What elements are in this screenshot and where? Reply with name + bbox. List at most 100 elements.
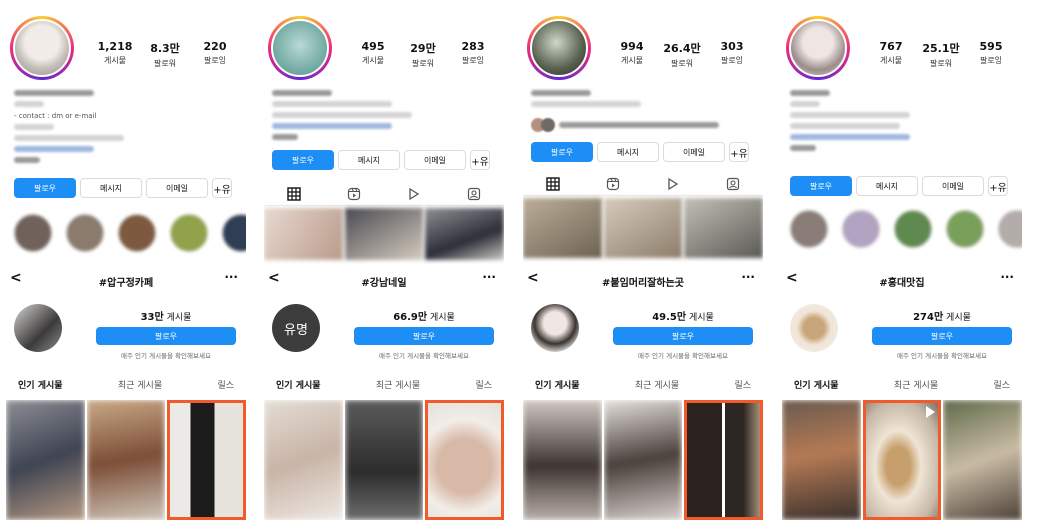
tab-top-posts[interactable]: 인기 게시물 — [276, 378, 321, 398]
highlighted-post[interactable] — [862, 400, 942, 520]
follow-button[interactable]: 팔로우 — [531, 142, 593, 162]
highlight[interactable] — [946, 210, 984, 248]
follow-button[interactable]: 팔로우 — [790, 176, 852, 196]
add-person-button[interactable]: +유 — [988, 176, 1008, 196]
highlight[interactable] — [170, 214, 208, 252]
post-thumbnail[interactable] — [603, 400, 683, 520]
highlight[interactable] — [998, 210, 1022, 248]
profile-stats: 994 게시물 26.4만 팔로워 303 팔로잉 — [607, 40, 757, 69]
add-person-button[interactable]: +유 — [212, 178, 232, 198]
more-icon[interactable]: ··· — [224, 270, 238, 284]
profile-avatar[interactable] — [527, 16, 591, 80]
hashtag-title: #붙임머리잘하는곳 — [602, 278, 684, 289]
highlight[interactable] — [222, 214, 246, 252]
tab-recent-posts[interactable]: 최근 게시물 — [376, 378, 420, 398]
hashtag-header: < #홍대맛집 ··· — [782, 268, 1022, 292]
post-thumbnail[interactable] — [684, 198, 763, 258]
play-icon[interactable] — [407, 187, 421, 201]
tab-recent-posts[interactable]: 최근 게시물 — [894, 378, 938, 398]
tagged-icon[interactable] — [467, 187, 481, 201]
tab-recent-posts[interactable]: 최근 게시물 — [118, 378, 162, 398]
profile-avatar[interactable] — [268, 16, 332, 80]
tab-top-posts[interactable]: 인기 게시물 — [794, 378, 839, 398]
post-thumbnail[interactable] — [6, 400, 85, 520]
highlighted-post[interactable] — [425, 400, 504, 520]
tab-recent-posts[interactable]: 최근 게시물 — [635, 378, 679, 398]
hashtag-info: 274만 게시물 팔로우 매주 인기 게시물을 확인해보세요 — [872, 308, 1012, 360]
panel-4: 767 게시물 25.1만 팔로워 595 팔로잉 팔로우 메시지 이메일 +유 < … — [782, 8, 1022, 523]
follow-button[interactable]: 팔로우 — [14, 178, 76, 198]
posts-stat[interactable]: 767 게시물 — [866, 40, 916, 69]
add-person-button[interactable]: +유 — [729, 142, 749, 162]
hashtag-header: < #강남네일 ··· — [264, 268, 504, 292]
following-stat[interactable]: 220 팔로잉 — [190, 40, 240, 69]
add-person-button[interactable]: +유 — [470, 150, 490, 170]
profile-stats: 495 게시물 29만 팔로워 283 팔로잉 — [348, 40, 498, 69]
message-button[interactable]: 메시지 — [856, 176, 918, 196]
post-thumbnail[interactable] — [425, 208, 504, 260]
more-icon[interactable]: ··· — [482, 270, 496, 284]
reels-icon[interactable] — [606, 177, 620, 191]
highlighted-post[interactable] — [167, 400, 246, 520]
followers-stat[interactable]: 8.3만 팔로워 — [140, 40, 190, 69]
email-button[interactable]: 이메일 — [146, 178, 208, 198]
reels-icon[interactable] — [347, 187, 361, 201]
post-thumbnail[interactable] — [523, 400, 602, 520]
post-thumbnail[interactable] — [782, 400, 861, 520]
post-thumbnail[interactable] — [264, 208, 343, 260]
profile-stats: 767 게시물 25.1만 팔로워 595 팔로잉 — [866, 40, 1016, 69]
post-thumbnail[interactable] — [943, 400, 1022, 520]
grid-icon[interactable] — [287, 186, 301, 201]
highlight[interactable] — [790, 210, 828, 248]
post-thumbnail[interactable] — [603, 198, 683, 258]
message-button[interactable]: 메시지 — [338, 150, 400, 170]
highlight[interactable] — [894, 210, 932, 248]
email-button[interactable]: 이메일 — [922, 176, 984, 196]
message-button[interactable]: 메시지 — [597, 142, 659, 162]
following-stat[interactable]: 283 팔로잉 — [448, 40, 498, 69]
post-thumbnail[interactable] — [86, 400, 166, 520]
tab-top-posts[interactable]: 인기 게시물 — [535, 378, 580, 398]
followers-stat[interactable]: 26.4만 팔로워 — [657, 40, 707, 69]
message-button[interactable]: 메시지 — [80, 178, 142, 198]
post-thumbnail[interactable] — [344, 208, 424, 260]
more-icon[interactable]: ··· — [741, 270, 755, 284]
tagged-icon[interactable] — [726, 177, 740, 191]
email-button[interactable]: 이메일 — [404, 150, 466, 170]
post-thumbnail[interactable] — [344, 400, 424, 520]
email-button[interactable]: 이메일 — [663, 142, 725, 162]
hashtag-follow-button[interactable]: 팔로우 — [613, 327, 753, 345]
hashtag-follow-button[interactable]: 팔로우 — [872, 327, 1012, 345]
hashtag-post-count: 49.5만 — [652, 312, 687, 323]
hashtag-follow-button[interactable]: 팔로우 — [354, 327, 494, 345]
tab-reels[interactable]: 릴스 — [993, 378, 1010, 398]
follow-button[interactable]: 팔로우 — [272, 150, 334, 170]
posts-stat[interactable]: 495 게시물 — [348, 40, 398, 69]
highlight[interactable] — [66, 214, 104, 252]
tab-reels[interactable]: 릴스 — [217, 378, 234, 398]
profile-avatar[interactable] — [10, 16, 74, 80]
highlight[interactable] — [14, 214, 52, 252]
grid-icon[interactable] — [546, 176, 560, 191]
highlight[interactable] — [842, 210, 880, 248]
play-icon[interactable] — [666, 177, 680, 191]
hashtag-info: 33만 게시물 팔로우 매주 인기 게시물을 확인해보세요 — [96, 308, 236, 360]
profile-avatar[interactable] — [786, 16, 850, 80]
tab-reels[interactable]: 릴스 — [475, 378, 492, 398]
tab-reels[interactable]: 릴스 — [734, 378, 751, 398]
followers-stat[interactable]: 25.1만 팔로워 — [916, 40, 966, 69]
posts-stat[interactable]: 994 게시물 — [607, 40, 657, 69]
highlight[interactable] — [118, 214, 156, 252]
post-thumbnail[interactable] — [264, 400, 343, 520]
following-stat[interactable]: 303 팔로잉 — [707, 40, 757, 69]
more-icon[interactable]: ··· — [1000, 270, 1014, 284]
post-thumbnail[interactable] — [523, 198, 602, 258]
highlighted-post[interactable] — [684, 400, 763, 520]
tab-top-posts[interactable]: 인기 게시물 — [18, 378, 63, 398]
followers-stat[interactable]: 29만 팔로워 — [398, 40, 448, 69]
following-stat[interactable]: 595 팔로잉 — [966, 40, 1016, 69]
hashtag-post-count: 66.9만 — [393, 312, 428, 323]
hashtag-header: < #붙임머리잘하는곳 ··· — [523, 268, 763, 292]
posts-stat[interactable]: 1,218 게시물 — [90, 40, 140, 69]
hashtag-follow-button[interactable]: 팔로우 — [96, 327, 236, 345]
